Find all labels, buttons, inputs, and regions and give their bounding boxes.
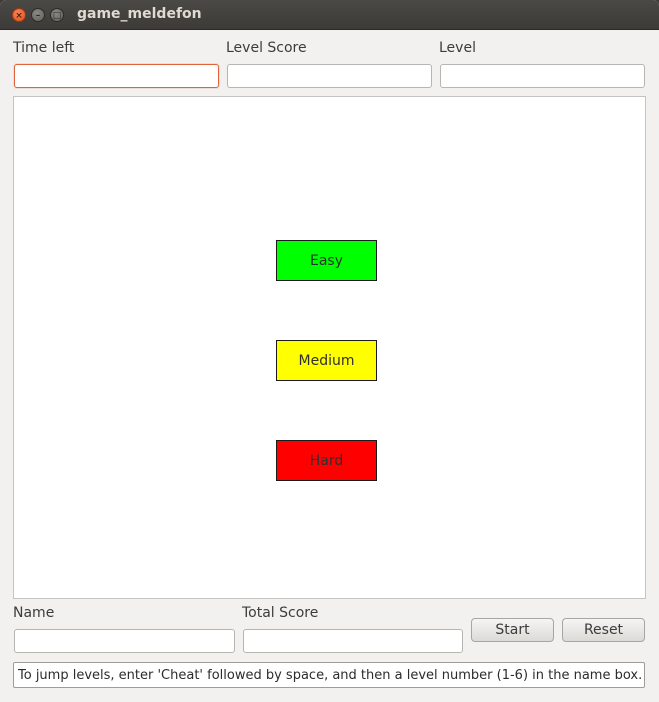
hard-button[interactable]: Hard <box>276 440 377 481</box>
app-window: × – □ game_meldefon Time left Level Scor… <box>0 0 659 702</box>
minimize-window-button[interactable]: – <box>31 8 45 22</box>
time-left-label: Time left <box>13 40 75 56</box>
level-score-field[interactable] <box>227 64 432 88</box>
reset-button[interactable]: Reset <box>562 618 645 642</box>
close-icon: × <box>15 11 23 21</box>
name-label: Name <box>13 605 55 621</box>
total-score-label: Total Score <box>242 605 319 621</box>
cheat-hint-text: To jump levels, enter 'Cheat' followed b… <box>13 662 645 688</box>
level-label: Level <box>439 40 476 56</box>
medium-button[interactable]: Medium <box>276 340 377 381</box>
total-score-field[interactable] <box>243 629 463 653</box>
name-field[interactable] <box>14 629 235 653</box>
title-bar: × – □ game_meldefon <box>0 0 659 30</box>
level-score-label: Level Score <box>226 40 307 56</box>
easy-button[interactable]: Easy <box>276 240 377 281</box>
level-field[interactable] <box>440 64 645 88</box>
window-title: game_meldefon <box>77 6 202 22</box>
game-area[interactable]: Easy Medium Hard <box>13 96 646 599</box>
maximize-icon: □ <box>52 11 62 21</box>
maximize-window-button[interactable]: □ <box>50 8 64 22</box>
time-left-field[interactable] <box>14 64 219 88</box>
close-window-button[interactable]: × <box>12 8 26 22</box>
minimize-icon: – <box>35 11 41 21</box>
start-button[interactable]: Start <box>471 618 554 642</box>
